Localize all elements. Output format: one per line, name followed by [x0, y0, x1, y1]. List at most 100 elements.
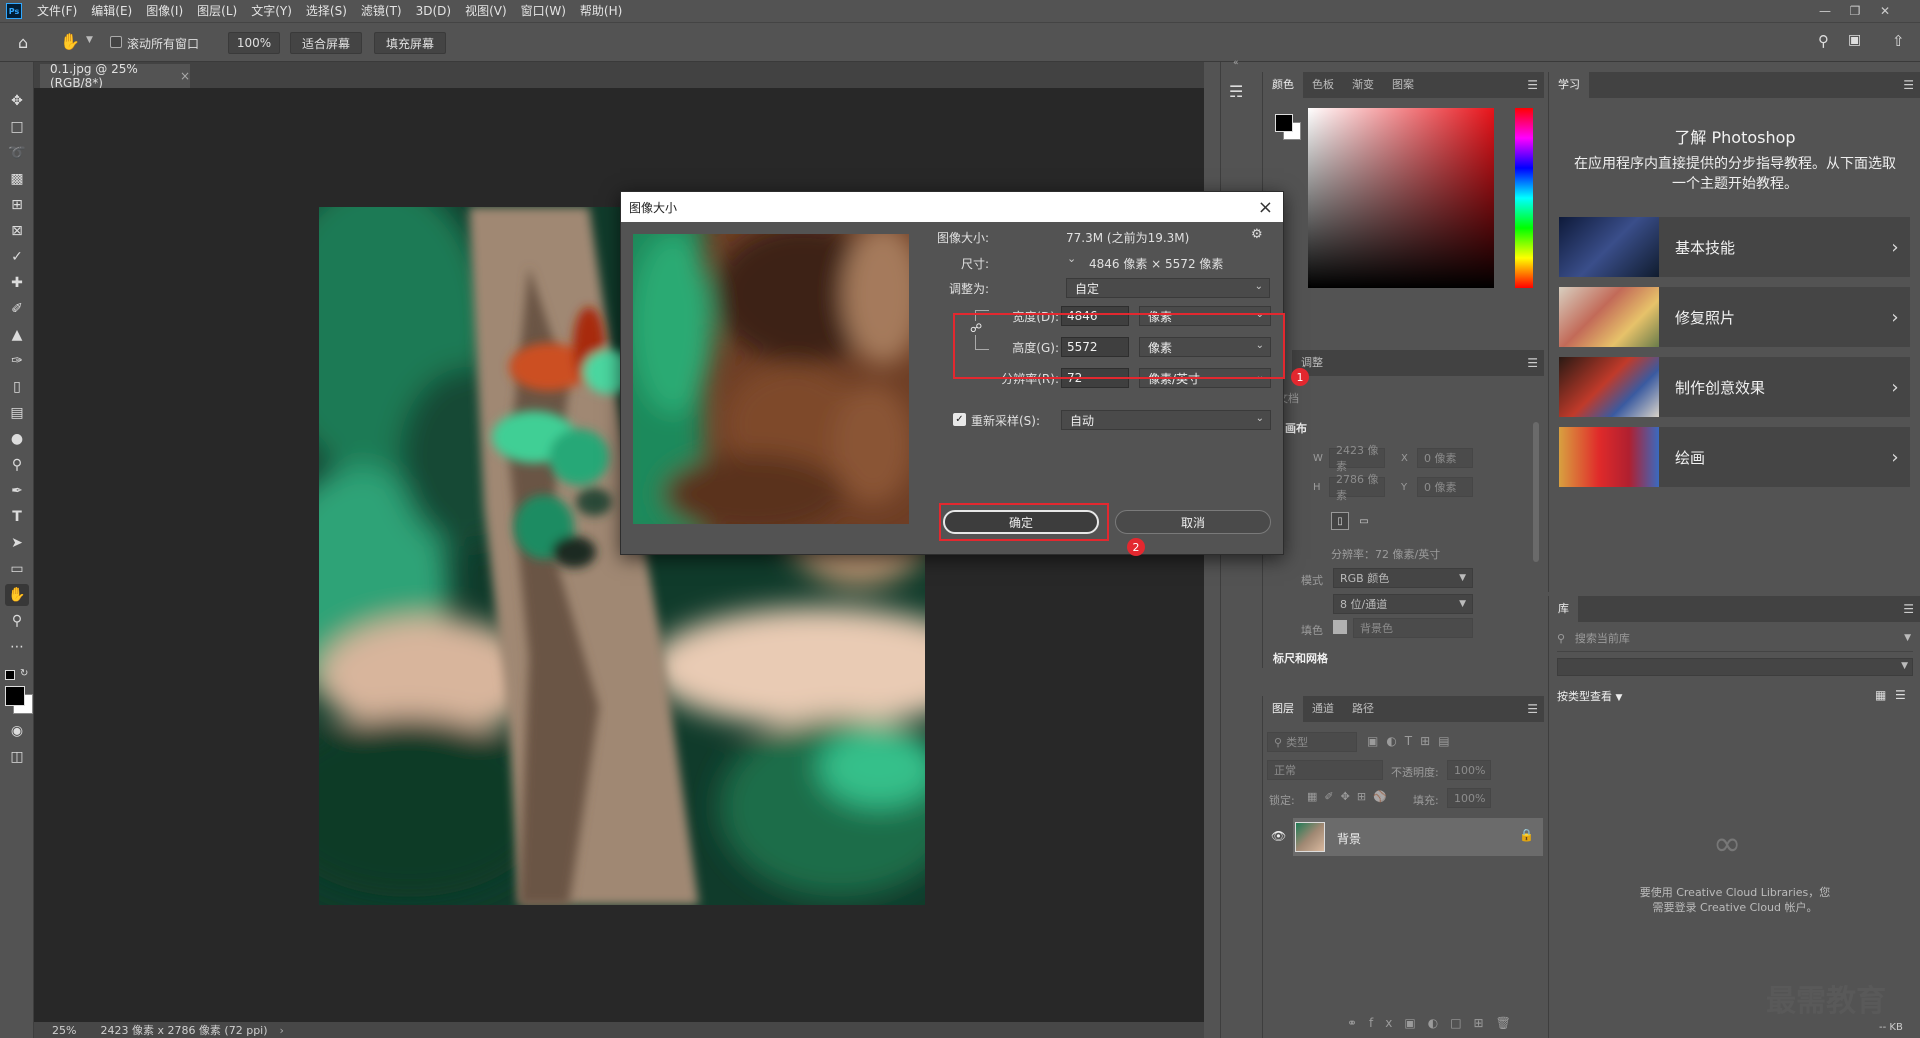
learn-card-fix-photos[interactable]: 修复照片 ›	[1559, 287, 1910, 347]
history-panel-icon[interactable]: ☴	[1229, 82, 1243, 101]
learn-card-creative-effects[interactable]: 制作创意效果 ›	[1559, 357, 1910, 417]
mode-select[interactable]: RGB 颜色 ▼	[1333, 568, 1473, 588]
blur-tool-icon[interactable]: ●	[5, 428, 29, 450]
home-icon[interactable]: ⌂	[18, 33, 28, 52]
path-select-icon[interactable]: ➤	[5, 532, 29, 554]
panel-menu-icon[interactable]: ☰	[1527, 702, 1538, 716]
library-select[interactable]: ▼	[1557, 658, 1913, 676]
depth-select[interactable]: 8 位/通道 ▼	[1333, 594, 1473, 614]
menu-3d[interactable]: 3D(D)	[409, 0, 458, 22]
hand-tool-icon[interactable]: ✋	[60, 32, 80, 51]
menu-select[interactable]: 选择(S)	[299, 0, 354, 22]
fill-select[interactable]: 背景色	[1353, 618, 1473, 638]
fg-swatch[interactable]	[1275, 114, 1293, 132]
lock-icon[interactable]: 🔒	[1519, 828, 1534, 842]
menu-window[interactable]: 窗口(W)	[514, 0, 573, 22]
view-by-type-button[interactable]: 按类型查看 ▼	[1557, 688, 1622, 704]
landscape-icon[interactable]: ▭	[1355, 512, 1373, 530]
tab-close-icon[interactable]: ×	[180, 69, 190, 83]
hue-slider[interactable]	[1515, 108, 1533, 288]
foreground-color-swatch[interactable]	[5, 686, 25, 706]
fill-field[interactable]: 100%	[1447, 788, 1491, 808]
tab-channels[interactable]: 通道	[1303, 696, 1343, 722]
swap-colors-icon[interactable]: ↻	[20, 668, 28, 679]
list-view-icon[interactable]: ☰	[1895, 688, 1906, 702]
tab-learn[interactable]: 学习	[1549, 72, 1589, 98]
panel-menu-icon[interactable]: ☰	[1527, 78, 1538, 92]
minimize-icon[interactable]: —	[1810, 0, 1840, 22]
marquee-tool-icon[interactable]: □	[5, 116, 29, 138]
close-icon[interactable]: ×	[1258, 197, 1273, 218]
fill-swatch[interactable]	[1333, 620, 1347, 634]
eraser-tool-icon[interactable]: ▯	[5, 376, 29, 398]
zoom-100-button[interactable]: 100%	[228, 32, 280, 54]
scroll-all-checkbox[interactable]	[110, 36, 122, 48]
gear-icon[interactable]: ⚙	[1251, 227, 1263, 242]
menu-image[interactable]: 图像(I)	[139, 0, 190, 22]
lasso-tool-icon[interactable]: ➰	[5, 142, 29, 164]
canvas-x-field[interactable]: 0 像素	[1417, 448, 1473, 468]
object-select-tool-icon[interactable]: ▩	[5, 168, 29, 190]
opacity-field[interactable]: 100%	[1447, 760, 1491, 780]
share-icon[interactable]: ⇧	[1892, 32, 1905, 50]
layer-row-background[interactable]: 👁 背景 🔒	[1271, 818, 1543, 856]
portrait-icon[interactable]: ▯	[1331, 512, 1349, 530]
library-search[interactable]: ⚲ 搜索当前库 ▼	[1557, 630, 1913, 652]
chevron-down-icon[interactable]: ▼	[86, 35, 93, 45]
tab-swatches[interactable]: 色板	[1303, 72, 1343, 98]
menu-help[interactable]: 帮助(H)	[573, 0, 629, 22]
restore-icon[interactable]: ❐	[1840, 0, 1870, 22]
cancel-button[interactable]: 取消	[1115, 510, 1271, 534]
status-zoom[interactable]: 25%	[52, 1024, 76, 1037]
document-tab[interactable]: 0.1.jpg @ 25%(RGB/8*) ×	[40, 62, 190, 90]
quick-mask-icon[interactable]: ◉	[5, 720, 29, 742]
image-preview[interactable]	[633, 234, 909, 524]
learn-card-painting[interactable]: 绘画 ›	[1559, 427, 1910, 487]
canvas-height-field[interactable]: 2786 像素	[1329, 473, 1385, 502]
hand-tool-icon[interactable]: ✋	[5, 584, 29, 606]
clone-stamp-icon[interactable]: ▲	[5, 324, 29, 346]
dimension-chevron-icon[interactable]: ⌄	[1067, 252, 1076, 265]
healing-brush-icon[interactable]: ✚	[5, 272, 29, 294]
panel-menu-icon[interactable]: ☰	[1903, 78, 1914, 92]
menu-edit[interactable]: 编辑(E)	[84, 0, 139, 22]
rectangle-tool-icon[interactable]: ▭	[5, 558, 29, 580]
gradient-tool-icon[interactable]: ▤	[5, 402, 29, 424]
rulers-section-title[interactable]: 标尺和网格	[1273, 650, 1328, 664]
search-icon[interactable]: ⚲	[1818, 32, 1829, 50]
brush-tool-icon[interactable]: ✐	[5, 298, 29, 320]
learn-card-basic-skills[interactable]: 基本技能 ›	[1559, 217, 1910, 277]
panel-menu-icon[interactable]: ☰	[1903, 602, 1914, 616]
menu-filter[interactable]: 滤镜(T)	[354, 0, 409, 22]
properties-scrollbar[interactable]	[1533, 422, 1539, 562]
fit-to-select[interactable]: 自定 ⌄	[1066, 278, 1270, 298]
resample-select[interactable]: 自动 ⌄	[1061, 410, 1271, 430]
layer-actions-icons[interactable]: ⚭fx▣◐□⊞🗑	[1347, 1016, 1523, 1030]
move-tool-icon[interactable]: ✥	[5, 90, 29, 112]
resample-checkbox[interactable]: ✓	[953, 413, 966, 426]
close-icon[interactable]: ✕	[1870, 0, 1900, 22]
crop-tool-icon[interactable]: ⊞	[5, 194, 29, 216]
tab-paths[interactable]: 路径	[1343, 696, 1383, 722]
menu-file[interactable]: 文件(F)	[30, 0, 84, 22]
layer-filter-select[interactable]: ⚲ 类型	[1267, 732, 1357, 752]
fit-screen-button[interactable]: 适合屏幕	[290, 32, 362, 54]
zoom-tool-icon[interactable]: ⚲	[5, 610, 29, 632]
more-tools-icon[interactable]: ⋯	[5, 636, 29, 658]
eyedropper-tool-icon[interactable]: ✓	[5, 246, 29, 268]
panel-menu-icon[interactable]: ☰	[1527, 356, 1538, 370]
tab-layers[interactable]: 图层	[1263, 696, 1303, 722]
type-tool-icon[interactable]: T	[5, 506, 29, 528]
menu-view[interactable]: 视图(V)	[458, 0, 514, 22]
tab-libraries[interactable]: 库	[1549, 596, 1578, 622]
color-field[interactable]	[1308, 108, 1494, 288]
blend-mode-select[interactable]: 正常	[1267, 760, 1383, 780]
tab-gradients[interactable]: 渐变	[1343, 72, 1383, 98]
tab-color[interactable]: 颜色	[1263, 72, 1303, 98]
status-arrow-icon[interactable]: ›	[280, 1024, 284, 1037]
layer-filter-icons[interactable]: ▣◐T⊞▤	[1367, 734, 1458, 748]
menu-type[interactable]: 文字(Y)	[244, 0, 299, 22]
frame-tool-icon[interactable]: ⊠	[5, 220, 29, 242]
tab-patterns[interactable]: 图案	[1383, 72, 1423, 98]
canvas-y-field[interactable]: 0 像素	[1417, 477, 1473, 497]
